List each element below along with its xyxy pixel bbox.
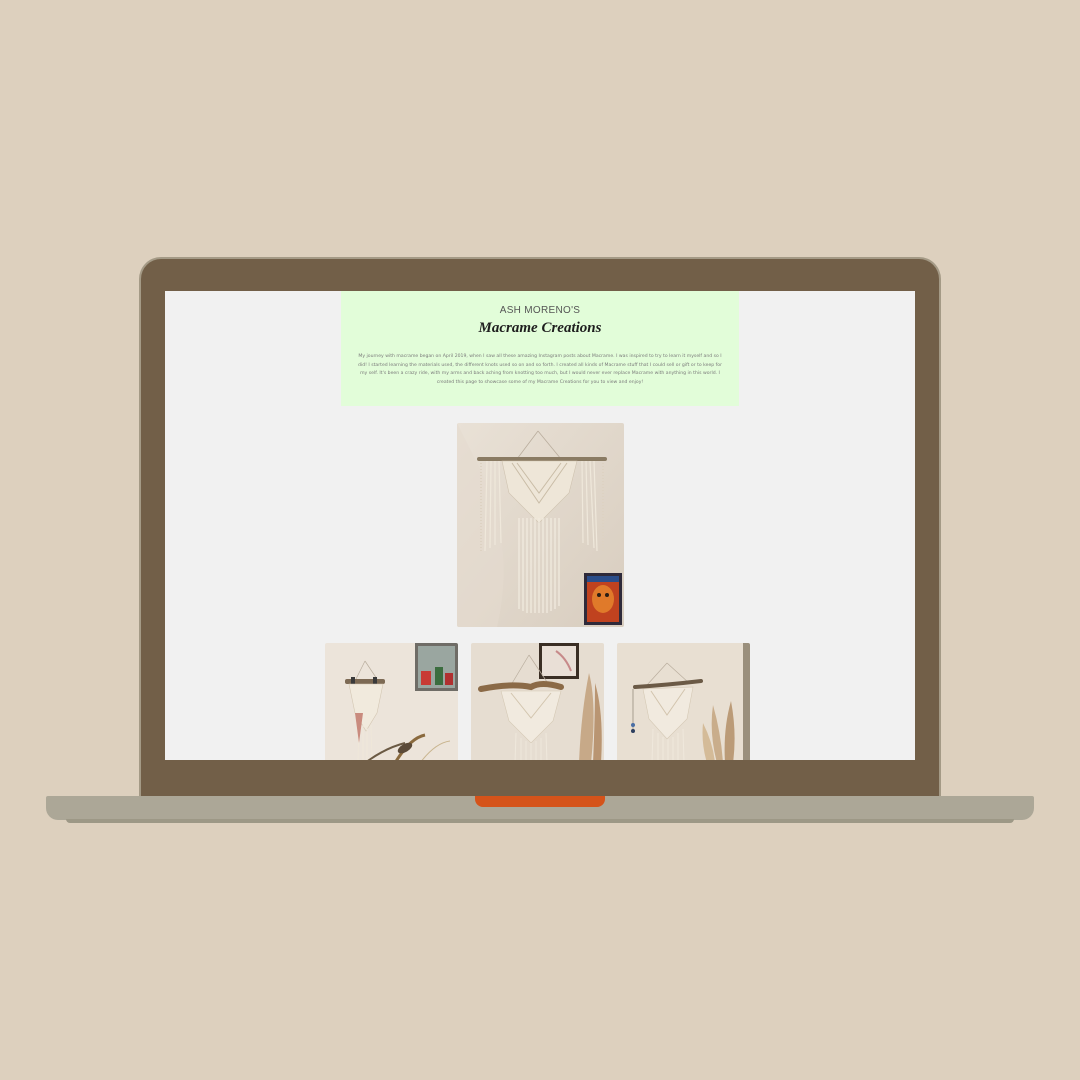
- hero-banner: ASH MORENO'S Macrame Creations My journe…: [341, 291, 739, 406]
- mockup-stage: ASH MORENO'S Macrame Creations My journe…: [0, 0, 1080, 1080]
- site-title: Macrame Creations: [478, 320, 602, 336]
- macrame-hanging-pampas-icon: [617, 643, 750, 760]
- gallery-thumbnail-1[interactable]: [325, 643, 458, 760]
- site-kicker: ASH MORENO'S: [499, 305, 581, 316]
- gallery-thumbnail-3[interactable]: [617, 643, 750, 760]
- gallery-thumbnail-2[interactable]: [471, 643, 604, 760]
- featured-photo[interactable]: [457, 423, 624, 627]
- macrame-wall-hanging-icon: [457, 423, 624, 627]
- laptop-notch-accent: [475, 796, 605, 807]
- laptop-base-shadow: [66, 819, 1014, 823]
- laptop-screen: ASH MORENO'S Macrame Creations My journe…: [165, 291, 915, 760]
- macrame-hanging-driftwood-icon: [471, 643, 604, 760]
- site-intro-text: My journey with macrame began on April 2…: [358, 354, 722, 385]
- macrame-hanging-with-feathers-icon: [325, 643, 458, 760]
